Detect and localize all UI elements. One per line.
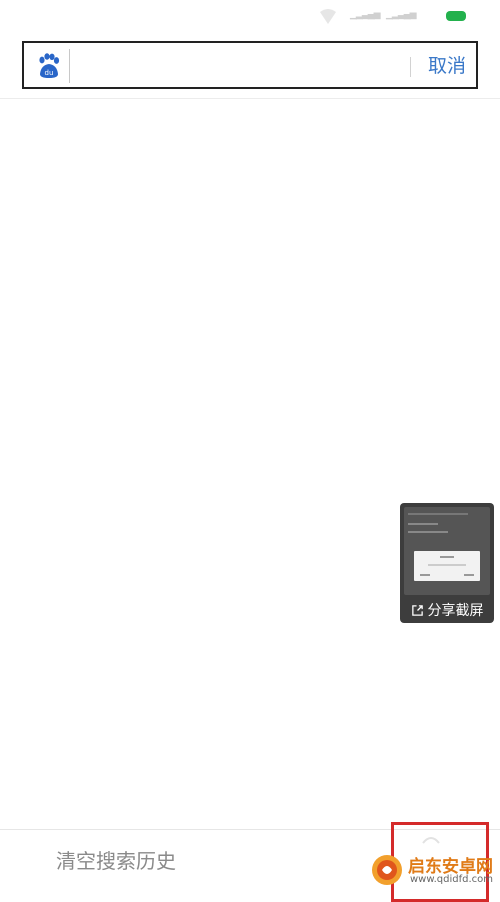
watermark: 启东安卓网 www.qdidfd.com [370, 850, 500, 889]
svg-text:du: du [45, 69, 54, 77]
share-screenshot-label: 分享截屏 [427, 603, 484, 619]
clear-search-history-button[interactable]: 清空搜索历史 [56, 845, 176, 874]
status-bar: ▁▂▃▄▅ ▁▂▃▄▅ [0, 0, 500, 34]
cancel-button[interactable]: 取消 [422, 53, 472, 79]
search-input[interactable] [76, 49, 406, 83]
watermark-url: www.qdidfd.com [410, 874, 494, 885]
header-divider [0, 98, 500, 99]
watermark-logo-icon [372, 855, 402, 885]
search-bar: du 取消 [22, 41, 478, 89]
wifi-icon [320, 9, 336, 24]
screenshot-thumbnail[interactable] [404, 507, 490, 595]
thumbnail-dialog [414, 551, 480, 581]
signal-icon: ▁▂▃▄▅ [386, 10, 417, 20]
battery-icon [446, 11, 466, 21]
search-divider [69, 49, 70, 83]
signal-icon: ▁▂▃▄▅ [350, 10, 381, 20]
menu-icon [422, 837, 440, 844]
cancel-divider [410, 57, 411, 77]
share-screenshot-button[interactable]: 分享截屏 [400, 599, 494, 621]
screenshot-share-popup[interactable]: 分享截屏 [400, 503, 494, 623]
baidu-logo-icon: du [39, 53, 60, 78]
share-icon [411, 604, 423, 616]
